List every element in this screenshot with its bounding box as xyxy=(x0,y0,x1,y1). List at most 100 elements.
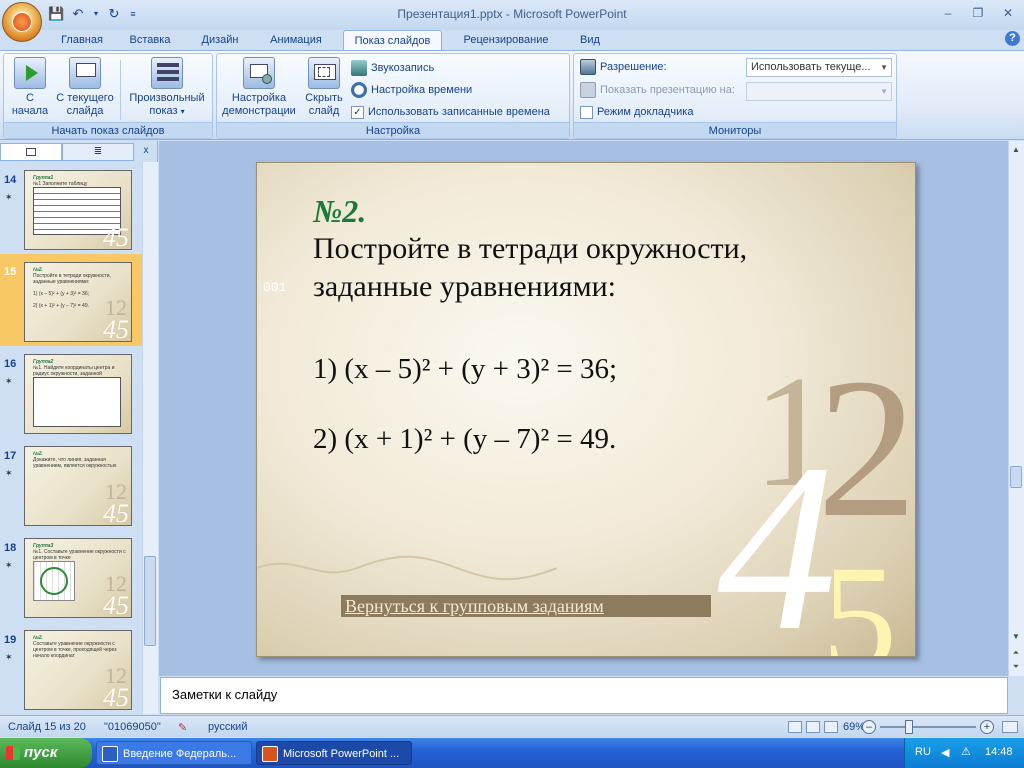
show-on-label: Показать презентацию на: xyxy=(600,84,735,96)
group-start-slideshow: С начала С текущего слайда Произвольный … xyxy=(3,53,213,139)
thumbnail-16[interactable]: 16 ✶ Группа2 №1. Найдите координаты центр… xyxy=(0,346,142,438)
slide-equation-1: 1) (x – 5)² + (y + 3)² = 36; xyxy=(313,353,618,385)
customize-qat-icon[interactable]: ≡ xyxy=(128,6,138,22)
thumbnail-18[interactable]: 18 ✶ Группа3 №1. Составьте уравнение окру… xyxy=(0,530,142,622)
rehearse-timings-label: Настройка времени xyxy=(371,84,473,96)
tray-arrow-icon[interactable]: ◀ xyxy=(941,746,949,759)
tab-slideshow[interactable]: Показ слайдов xyxy=(343,30,442,50)
antivirus-icon[interactable]: ⚠ xyxy=(961,745,971,758)
dropdown-arrow-icon: ▼ xyxy=(880,63,888,72)
thumbnail-text: №2. Составьте уравнение окружности с цент… xyxy=(33,635,117,659)
save-icon[interactable]: 💾 xyxy=(48,6,64,22)
scroll-up-icon[interactable]: ▲ xyxy=(1010,143,1022,157)
notes-placeholder[interactable]: Заметки к слайду xyxy=(172,687,277,702)
thumbnail-list: 14 ✶ Группа1 №1 Заполните таблицу 45 15 №… xyxy=(0,162,142,714)
record-narration-button[interactable]: Звукозапись xyxy=(351,59,434,77)
clock[interactable]: 14:48 xyxy=(985,746,1013,758)
thumbnail-deco-number: 45 xyxy=(103,223,129,250)
decorative-number-5: 5 xyxy=(822,535,897,657)
thumbnail-15[interactable]: 15 №2. Постройте в тетради окружности, за… xyxy=(0,254,142,346)
tab-outline[interactable]: ≣ xyxy=(62,143,134,161)
from-start-label-2: начала xyxy=(11,105,49,117)
slide-sorter-icon[interactable] xyxy=(806,721,820,733)
minimize-button[interactable]: – xyxy=(938,5,958,21)
tab-slides[interactable] xyxy=(0,143,62,161)
close-button[interactable]: ✕ xyxy=(998,5,1018,21)
fit-to-window-icon[interactable] xyxy=(1002,721,1018,733)
tab-review[interactable]: Рецензирование xyxy=(450,30,562,50)
from-start-label-1: С xyxy=(26,92,34,104)
checkmark-icon: ✓ xyxy=(351,105,364,119)
slide-side-code: 001 xyxy=(263,280,287,295)
animation-star-icon: ✶ xyxy=(5,652,13,662)
scroll-down-icon[interactable]: ▼ xyxy=(1010,630,1022,644)
hide-slide-label-2: слайд xyxy=(308,105,340,117)
thumbnail-image: №2. Докажите, что линия, заданная уравнен… xyxy=(24,446,132,526)
slide-task-line-2: заданные уравнениями: xyxy=(313,270,616,303)
zoom-slider-knob[interactable] xyxy=(905,720,913,734)
setup-show-button[interactable]: Настройка демонстрации xyxy=(221,57,297,118)
tab-animation[interactable]: Анимация xyxy=(258,30,334,50)
spellcheck-icon[interactable]: ✎ xyxy=(178,721,187,734)
slide-task-number: №2. xyxy=(313,193,367,229)
help-icon[interactable]: ? xyxy=(1005,31,1020,46)
slide-scrollbar[interactable] xyxy=(1008,141,1024,676)
language-bar[interactable]: RU xyxy=(915,746,931,758)
task-word-document[interactable]: Введение Федераль... xyxy=(96,741,252,765)
tab-design[interactable]: Дизайн xyxy=(190,30,250,50)
hide-slide-label-1: Скрыть xyxy=(305,92,343,104)
custom-show-label-1: Произвольный xyxy=(129,92,205,104)
slide-canvas[interactable]: 1 2 4 5 №2. Постройте в тетради окружнос… xyxy=(256,162,916,657)
presenter-view-label: Режим докладчика xyxy=(597,106,694,118)
custom-show-button[interactable]: Произвольный показ ▾ xyxy=(124,57,210,118)
thumbnail-number: 18 xyxy=(4,542,17,554)
ribbon: С начала С текущего слайда Произвольный … xyxy=(0,50,1024,140)
notes-pane[interactable] xyxy=(160,677,1008,714)
tab-home[interactable]: Главная xyxy=(52,30,112,50)
theme-name[interactable]: "01069050" xyxy=(104,721,161,733)
thumbnail-image: №2. Составьте уравнение окружности с цент… xyxy=(24,630,132,710)
office-button[interactable] xyxy=(2,2,42,42)
decorative-number-4: 4 xyxy=(717,414,837,657)
window-controls: – ❐ ✕ xyxy=(938,5,1018,21)
show-on-dropdown[interactable]: ▼ xyxy=(746,82,892,101)
rehearse-timings-button[interactable]: Настройка времени xyxy=(351,81,472,99)
setup-show-label-2: демонстрации xyxy=(222,105,296,117)
back-to-group-tasks-link[interactable]: Вернуться к групповым заданиям xyxy=(345,596,604,617)
thumbnail-17[interactable]: 17 ✶ №2. Докажите, что линия, заданная ур… xyxy=(0,438,142,530)
normal-view-icon[interactable] xyxy=(788,721,802,733)
hide-slide-button[interactable]: Скрыть слайд xyxy=(301,57,347,118)
next-slide-icon[interactable]: ⏷ xyxy=(1010,660,1022,674)
zoom-out-icon[interactable]: – xyxy=(862,720,876,734)
thumbnail-circle-graph xyxy=(33,561,75,601)
from-current-button[interactable]: С текущего слайда xyxy=(52,57,118,118)
setup-show-icon xyxy=(243,57,275,89)
thumbnail-14[interactable]: 14 ✶ Группа1 №1 Заполните таблицу 45 xyxy=(0,162,142,254)
redo-icon[interactable]: ↻ xyxy=(106,6,122,22)
record-narration-label: Звукозапись xyxy=(371,62,435,74)
zoom-in-icon[interactable]: + xyxy=(980,720,994,734)
tab-insert[interactable]: Вставка xyxy=(120,30,180,50)
close-panel-icon[interactable]: x xyxy=(136,143,156,161)
system-tray: RU ◀ ⚠ 14:48 xyxy=(904,738,1024,768)
thumbnail-number: 14 xyxy=(4,174,17,186)
previous-slide-icon[interactable]: ⏶ xyxy=(1010,646,1022,660)
task-powerpoint[interactable]: Microsoft PowerPoint ... xyxy=(256,741,412,765)
zoom-slider[interactable] xyxy=(880,726,976,728)
resolution-dropdown[interactable]: Использовать текуще... ▼ xyxy=(746,58,892,77)
language-indicator[interactable]: русский xyxy=(208,721,247,733)
slide-scroll-thumb[interactable] xyxy=(1010,466,1022,488)
presenter-view-checkbox[interactable]: Режим докладчика xyxy=(580,103,693,121)
tab-view[interactable]: Вид xyxy=(570,30,610,50)
undo-icon[interactable]: ↶ xyxy=(70,6,86,22)
thumbnail-scroll-thumb[interactable] xyxy=(144,556,156,646)
use-timings-checkbox[interactable]: ✓ Использовать записанные времена xyxy=(351,103,550,121)
from-start-button[interactable]: С начала xyxy=(6,57,54,118)
restore-button[interactable]: ❐ xyxy=(968,5,988,21)
undo-dropdown-icon[interactable]: ▾ xyxy=(92,6,100,22)
from-current-label-2: слайда xyxy=(66,105,104,117)
thumbnail-19[interactable]: 19 ✶ №2. Составьте уравнение окружности с… xyxy=(0,622,142,714)
slides-tab-icon xyxy=(26,148,36,156)
monitor-icon xyxy=(580,59,596,75)
slideshow-view-icon[interactable] xyxy=(824,721,838,733)
